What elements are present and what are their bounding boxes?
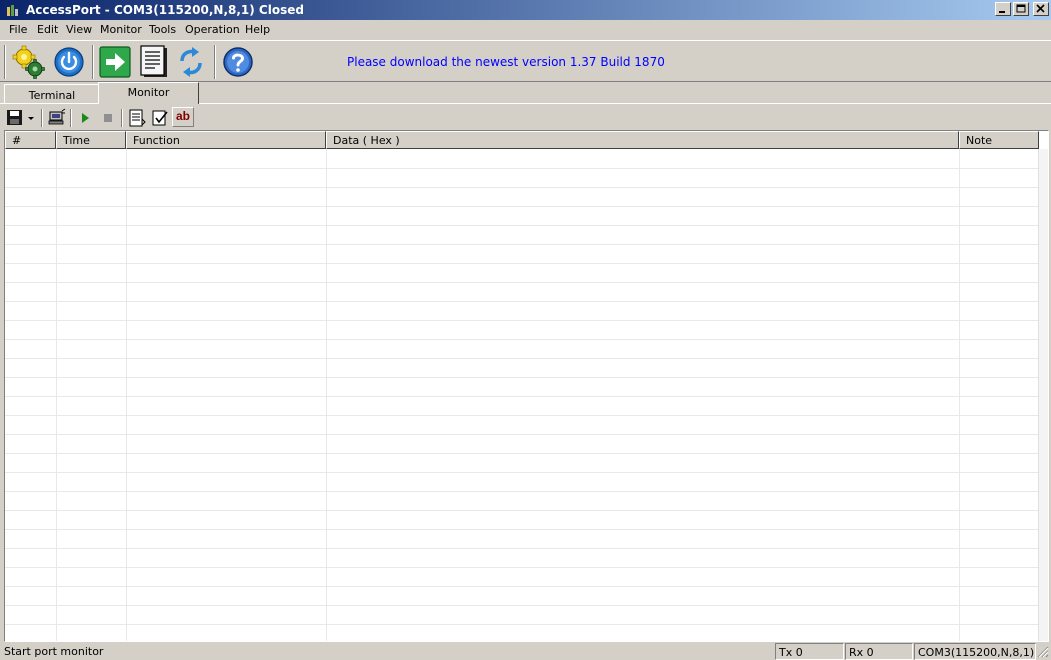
- vertical-scrollbar[interactable]: [1038, 149, 1048, 641]
- toolbar-separator: [70, 109, 72, 127]
- help-icon: [223, 47, 253, 77]
- grid-row-line: [5, 358, 1039, 359]
- save-icon: [7, 110, 22, 125]
- menu-bar: File Edit View Monitor Tools Operation H…: [0, 20, 1051, 40]
- column-header-function[interactable]: Function: [126, 131, 326, 149]
- grid-row-line: [5, 510, 1039, 511]
- grid-row-line: [5, 491, 1039, 492]
- column-header-time[interactable]: Time: [56, 131, 126, 149]
- menu-help[interactable]: Help: [245, 23, 270, 36]
- toolbar-separator: [41, 109, 43, 127]
- arrow-right-icon: [99, 46, 131, 78]
- tx-counter: Tx 0: [775, 643, 844, 660]
- column-header-index[interactable]: #: [5, 131, 56, 149]
- grid-row-line: [5, 206, 1039, 207]
- tab-strip: Terminal Monitor: [0, 82, 1051, 104]
- column-header-note[interactable]: Note: [959, 131, 1039, 149]
- status-message: Start port monitor: [4, 645, 104, 658]
- download-update-link[interactable]: Please download the newest version 1.37 …: [347, 55, 665, 69]
- grid-row-line: [5, 282, 1039, 283]
- grid-row-line: [5, 377, 1039, 378]
- grid-row-line: [5, 415, 1039, 416]
- document-grid-icon: [129, 109, 146, 127]
- grid-row-line: [5, 548, 1039, 549]
- monitor-table[interactable]: # Time Function Data ( Hex ) Note: [4, 130, 1049, 642]
- power-button[interactable]: [52, 45, 86, 79]
- configure-button[interactable]: [12, 45, 46, 79]
- checklist-icon: [152, 110, 168, 126]
- grid-row-line: [5, 187, 1039, 188]
- grid-row-line: [5, 453, 1039, 454]
- grid-row-line: [5, 263, 1039, 264]
- menu-edit[interactable]: Edit: [37, 23, 58, 36]
- close-button[interactable]: [1033, 2, 1049, 16]
- power-icon: [54, 47, 84, 77]
- menu-operation[interactable]: Operation: [185, 23, 240, 36]
- chevron-down-icon: [28, 117, 34, 120]
- toolbar-separator: [4, 45, 6, 79]
- save-dropdown-button[interactable]: [24, 107, 38, 129]
- menu-monitor[interactable]: Monitor: [100, 23, 142, 36]
- grid-row-line: [5, 624, 1039, 625]
- stop-icon: [104, 114, 112, 122]
- notepad-icon: [140, 45, 167, 77]
- status-bar: Start port monitor Tx 0 Rx 0 COM3(115200…: [0, 642, 1051, 660]
- computer-icon: [48, 108, 66, 125]
- capture-options-button[interactable]: [126, 107, 148, 129]
- play-icon: [82, 113, 89, 123]
- minimize-icon: [999, 11, 1005, 13]
- maximize-icon: [1016, 4, 1026, 13]
- stop-monitor-button[interactable]: [97, 107, 119, 129]
- grid-column-line: [959, 149, 960, 641]
- grid-row-line: [5, 434, 1039, 435]
- rx-counter: Rx 0: [845, 643, 913, 660]
- minimize-button[interactable]: [995, 2, 1011, 16]
- grid-row-line: [5, 320, 1039, 321]
- toolbar-separator: [92, 45, 94, 79]
- grid-column-line: [326, 149, 327, 641]
- grid-row-line: [5, 396, 1039, 397]
- send-button[interactable]: [98, 45, 132, 79]
- tab-terminal[interactable]: Terminal: [4, 84, 100, 104]
- resize-grip-icon[interactable]: [1037, 646, 1049, 658]
- menu-view[interactable]: View: [66, 23, 92, 36]
- monitor-toolbar: [0, 104, 1051, 130]
- text-mode-button[interactable]: ab: [172, 107, 194, 127]
- grid-row-line: [5, 244, 1039, 245]
- grid-row-line: [5, 605, 1039, 606]
- window-title: AccessPort - COM3(115200,N,8,1) Closed: [26, 3, 304, 17]
- start-monitor-button[interactable]: [74, 107, 96, 129]
- grid-row-line: [5, 225, 1039, 226]
- port-status: COM3(115200,N,8,1) Closed: [914, 643, 1036, 660]
- tab-monitor[interactable]: Monitor: [98, 82, 199, 104]
- toolbar-separator: [214, 45, 216, 79]
- grid-row-line: [5, 529, 1039, 530]
- toolbar-separator: [121, 109, 123, 127]
- settings-gear-icon: [12, 45, 45, 79]
- grid-column-line: [56, 149, 57, 641]
- save-button[interactable]: [4, 107, 26, 129]
- grid-row-line: [5, 472, 1039, 473]
- grid-row-line: [5, 567, 1039, 568]
- menu-tools[interactable]: Tools: [149, 23, 176, 36]
- grid-row-line: [5, 168, 1039, 169]
- close-icon: [1036, 4, 1045, 13]
- menu-file[interactable]: File: [9, 23, 27, 36]
- app-icon: [7, 5, 18, 16]
- window-controls: [995, 2, 1049, 18]
- refresh-arrows-icon: [180, 47, 202, 77]
- grid-column-line: [126, 149, 127, 641]
- maximize-button[interactable]: [1013, 2, 1029, 16]
- help-button[interactable]: [221, 45, 255, 79]
- log-button[interactable]: [137, 45, 171, 79]
- filter-options-button[interactable]: [149, 107, 171, 129]
- grid-row-line: [5, 301, 1039, 302]
- column-header-data-hex[interactable]: Data ( Hex ): [326, 131, 959, 149]
- port-select-button[interactable]: [46, 107, 68, 129]
- refresh-button[interactable]: [174, 45, 208, 79]
- grid-row-line: [5, 339, 1039, 340]
- title-bar: AccessPort - COM3(115200,N,8,1) Closed: [0, 0, 1051, 20]
- grid-row-line: [5, 586, 1039, 587]
